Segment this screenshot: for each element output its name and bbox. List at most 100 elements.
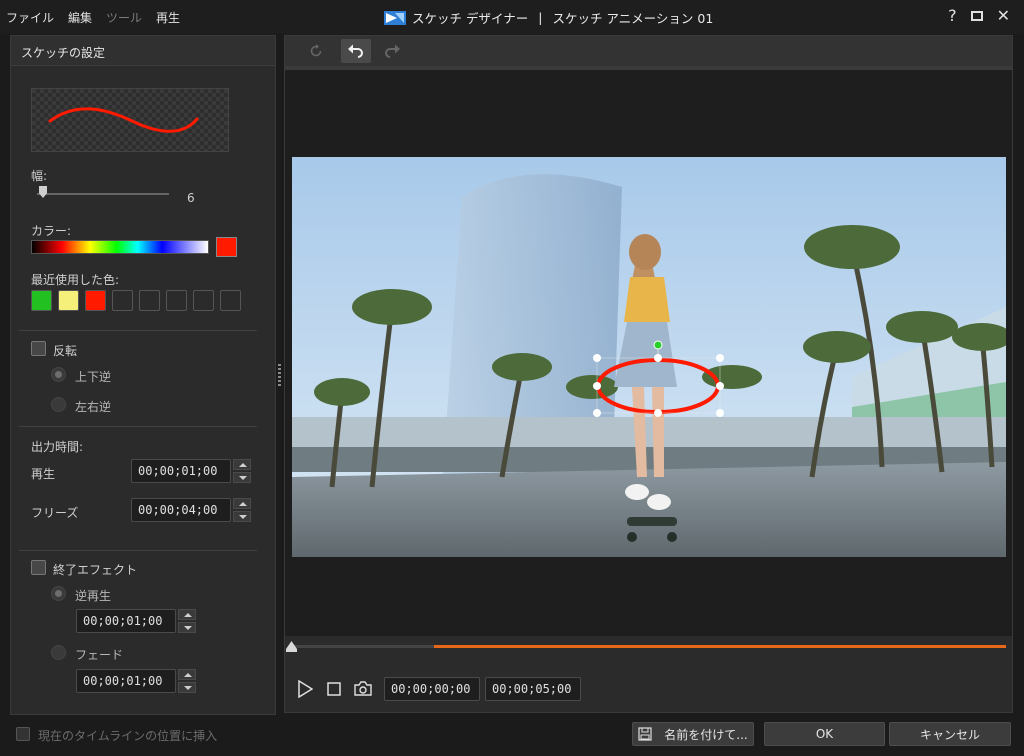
recent-color-swatch[interactable] bbox=[112, 290, 133, 311]
preview-panel: 00;00;00;00 00;00;05;00 bbox=[284, 35, 1013, 713]
insert-at-timeline-checkbox bbox=[16, 727, 30, 741]
cancel-button[interactable]: キャンセル bbox=[889, 722, 1011, 746]
app-logo-icon bbox=[384, 10, 406, 25]
flip-vertical-radio[interactable] bbox=[51, 367, 66, 382]
title-bar: ファイル 編集 ツール 再生 スケッチ デザイナー | スケッチ アニメーション… bbox=[0, 0, 1024, 34]
save-as-label: 名前を付けて... bbox=[664, 727, 748, 742]
stroke-preview bbox=[31, 88, 229, 152]
divider bbox=[19, 426, 257, 427]
freeze-time-field[interactable]: 00;00;04;00 bbox=[131, 498, 231, 522]
window-title: スケッチ デザイナー | スケッチ アニメーション 01 bbox=[384, 8, 713, 27]
selected-color-swatch[interactable] bbox=[216, 237, 237, 257]
maximize-icon[interactable] bbox=[970, 10, 983, 21]
panel-resize-grip[interactable] bbox=[278, 364, 281, 386]
flip-vertical-label: 上下逆 bbox=[75, 370, 112, 384]
playhead-icon bbox=[286, 641, 297, 652]
resize-handle[interactable] bbox=[593, 382, 601, 390]
stop-button[interactable] bbox=[327, 682, 341, 696]
resize-handle[interactable] bbox=[654, 354, 662, 362]
close-icon[interactable]: ✕ bbox=[997, 6, 1010, 25]
redo-icon bbox=[385, 44, 400, 58]
save-as-button[interactable]: 名前を付けて... bbox=[632, 722, 754, 746]
recent-colors-label: 最近使用した色: bbox=[31, 273, 120, 287]
output-time-label: 出力時間: bbox=[31, 440, 84, 454]
fade-time-field[interactable]: 00;00;01;00 bbox=[76, 669, 176, 693]
resize-handle[interactable] bbox=[654, 409, 662, 417]
video-frame bbox=[292, 157, 1006, 557]
reverse-time-field[interactable]: 00;00;01;00 bbox=[76, 609, 176, 633]
recent-color-swatch[interactable] bbox=[193, 290, 214, 311]
play-time-label: 再生 bbox=[31, 467, 56, 481]
title-separator: | bbox=[538, 10, 543, 25]
window-controls: ? ✕ bbox=[934, 6, 1010, 25]
menu-edit[interactable]: 編集 bbox=[68, 9, 92, 26]
flip-horizontal-radio[interactable] bbox=[51, 397, 66, 412]
recent-color-swatch[interactable] bbox=[58, 290, 79, 311]
play-time-field[interactable]: 00;00;01;00 bbox=[131, 459, 231, 483]
camera-icon bbox=[354, 681, 372, 696]
total-time-display: 00;00;05;00 bbox=[485, 677, 581, 701]
width-slider-thumb[interactable] bbox=[39, 186, 47, 198]
reverse-label: 逆再生 bbox=[75, 589, 112, 603]
menu-tools: ツール bbox=[106, 11, 143, 25]
timeline-sketch-range bbox=[434, 645, 1006, 648]
fade-radio[interactable] bbox=[51, 645, 66, 660]
recent-color-swatch[interactable] bbox=[220, 290, 241, 311]
reverse-time-stepper[interactable] bbox=[178, 609, 196, 633]
color-label: カラー: bbox=[31, 224, 72, 238]
save-icon bbox=[638, 727, 652, 741]
fade-time-stepper[interactable] bbox=[178, 669, 196, 693]
undo-button[interactable] bbox=[341, 39, 371, 63]
resize-handle[interactable] bbox=[593, 354, 601, 362]
width-value: 6 bbox=[187, 191, 195, 205]
ok-button[interactable]: OK bbox=[764, 722, 885, 746]
divider bbox=[19, 550, 257, 551]
fade-label: フェード bbox=[75, 648, 124, 662]
color-spectrum[interactable] bbox=[31, 240, 209, 254]
recent-color-swatch[interactable] bbox=[139, 290, 160, 311]
app-name: スケッチ デザイナー bbox=[412, 11, 529, 26]
freeze-time-stepper[interactable] bbox=[233, 498, 251, 522]
menu-play[interactable]: 再生 bbox=[156, 9, 180, 26]
help-icon[interactable]: ? bbox=[948, 6, 957, 25]
reset-button[interactable] bbox=[301, 39, 331, 63]
playback-controls: 00;00;00;00 00;00;05;00 bbox=[285, 660, 1012, 712]
timeline-playhead[interactable] bbox=[286, 641, 297, 652]
end-effect-checkbox[interactable] bbox=[31, 560, 46, 575]
snapshot-button[interactable] bbox=[353, 680, 373, 697]
menu-bar: ファイル 編集 ツール 再生 bbox=[6, 9, 194, 26]
resize-handle[interactable] bbox=[716, 354, 724, 362]
end-effect-label: 終了エフェクト bbox=[53, 563, 138, 577]
stroke-preview-curve bbox=[48, 107, 199, 133]
play-button[interactable] bbox=[297, 679, 314, 699]
document-name: スケッチ アニメーション 01 bbox=[552, 11, 714, 26]
sketch-settings-panel: スケッチの設定 幅: 6 カラー: 最近使用した色: 反転 上下逆 左右逆 出力… bbox=[10, 35, 276, 715]
current-time-display: 00;00;00;00 bbox=[384, 677, 480, 701]
recent-colors bbox=[31, 290, 247, 311]
width-slider-track[interactable] bbox=[37, 193, 169, 195]
play-time-stepper[interactable] bbox=[233, 459, 251, 483]
sketch-canvas[interactable] bbox=[285, 66, 1012, 636]
redo-button[interactable] bbox=[377, 39, 407, 63]
resize-handle[interactable] bbox=[716, 382, 724, 390]
stop-icon bbox=[327, 682, 341, 696]
width-label: 幅: bbox=[31, 169, 48, 183]
undo-icon bbox=[348, 44, 363, 58]
play-icon bbox=[298, 679, 314, 699]
insert-at-timeline-label: 現在のタイムラインの位置に挿入 bbox=[38, 729, 218, 743]
reset-icon bbox=[310, 44, 322, 57]
flip-checkbox[interactable] bbox=[31, 341, 46, 356]
preview-image bbox=[292, 157, 1006, 557]
recent-color-swatch[interactable] bbox=[85, 290, 106, 311]
menu-file[interactable]: ファイル bbox=[6, 9, 54, 26]
timeline[interactable] bbox=[285, 636, 1012, 656]
reverse-radio[interactable] bbox=[51, 586, 66, 601]
freeze-time-label: フリーズ bbox=[31, 506, 79, 520]
panel-header: スケッチの設定 bbox=[11, 36, 275, 66]
recent-color-swatch[interactable] bbox=[31, 290, 52, 311]
resize-handle[interactable] bbox=[593, 409, 601, 417]
resize-handle[interactable] bbox=[716, 409, 724, 417]
divider bbox=[19, 330, 257, 331]
recent-color-swatch[interactable] bbox=[166, 290, 187, 311]
rotate-handle[interactable] bbox=[653, 340, 663, 350]
